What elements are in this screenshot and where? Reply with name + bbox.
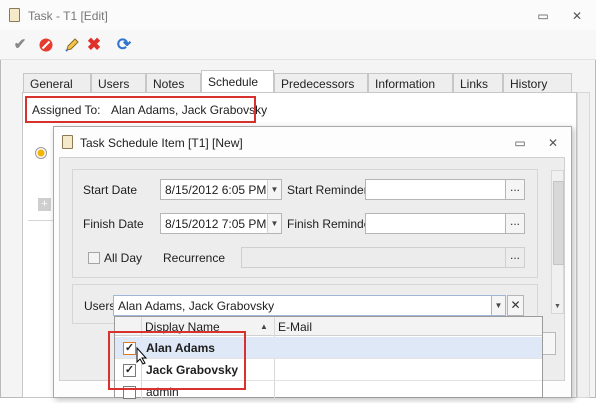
finish-reminder-ellipsis-button[interactable]: ... <box>505 213 525 234</box>
cancel-circle-icon[interactable] <box>36 35 56 55</box>
finish-date-field[interactable]: 8/15/2012 7:05 PM <box>160 213 268 234</box>
tab-schedule[interactable]: Schedule <box>201 70 274 93</box>
all-day-checkbox[interactable] <box>88 252 100 264</box>
finish-date-dropdown-icon[interactable]: ▼ <box>267 213 282 234</box>
users-field[interactable]: Alan Adams, Jack Grabovsky <box>113 295 492 316</box>
clipboard-icon <box>62 135 73 149</box>
assigned-highlight-box <box>25 96 256 123</box>
sort-ascending-icon[interactable]: ▲ <box>260 320 268 334</box>
finish-reminder-field[interactable] <box>365 213 506 234</box>
finish-date-label: Finish Date <box>83 217 144 231</box>
add-icon[interactable]: + <box>38 198 51 211</box>
tab-history[interactable]: History <box>503 73 572 92</box>
checkmark-icon[interactable]: ✔ <box>10 35 30 55</box>
close-icon[interactable]: ✕ <box>545 135 561 151</box>
recurrence-field <box>241 247 506 268</box>
restore-icon[interactable]: ▭ <box>535 8 551 24</box>
close-icon[interactable]: ✕ <box>569 8 585 24</box>
window-title-bar: Task - T1 [Edit] ▭ ✕ <box>0 0 596 30</box>
dialog-title: Task Schedule Item [T1] [New] <box>80 136 243 150</box>
all-day-label: All Day <box>104 251 143 265</box>
users-clear-button[interactable]: ✕ <box>507 295 524 316</box>
radio-icon <box>35 147 47 159</box>
recurrence-label: Recurrence <box>163 251 226 265</box>
tab-notes[interactable]: Notes <box>146 73 201 92</box>
clipboard-icon <box>9 8 20 22</box>
tab-page-divider <box>28 220 54 221</box>
edit-pencil-icon[interactable] <box>62 35 82 55</box>
tab-predecessors[interactable]: Predecessors <box>274 73 368 92</box>
start-date-dropdown-icon[interactable]: ▼ <box>267 179 282 200</box>
tab-general[interactable]: General <box>23 73 91 92</box>
start-date-label: Start Date <box>83 183 138 197</box>
recurrence-ellipsis-button: ... <box>505 247 525 268</box>
dialog-scrollbar[interactable]: ▼ <box>551 170 564 314</box>
users-dropdown-icon[interactable]: ▼ <box>491 295 506 316</box>
start-reminder-label: Start Reminder <box>287 183 368 197</box>
window-title: Task - T1 [Edit] <box>28 9 108 23</box>
tab-users[interactable]: Users <box>91 73 146 92</box>
tab-links[interactable]: Links <box>453 73 503 92</box>
tab-information[interactable]: Information <box>368 73 453 92</box>
start-reminder-ellipsis-button[interactable]: ... <box>505 179 525 200</box>
start-date-field[interactable]: 8/15/2012 6:05 PM <box>160 179 268 200</box>
refresh-icon[interactable]: ⟳ <box>114 35 134 55</box>
column-email[interactable]: E-Mail <box>278 320 312 334</box>
finish-reminder-label: Finish Reminder <box>287 217 375 231</box>
delete-x-icon[interactable]: ✖ <box>84 35 104 55</box>
selected-users-highlight-box <box>108 331 246 390</box>
outer-scrollbar[interactable] <box>577 92 590 398</box>
users-label: Users <box>84 299 116 313</box>
restore-icon[interactable]: ▭ <box>512 135 528 151</box>
start-reminder-field[interactable] <box>365 179 506 200</box>
